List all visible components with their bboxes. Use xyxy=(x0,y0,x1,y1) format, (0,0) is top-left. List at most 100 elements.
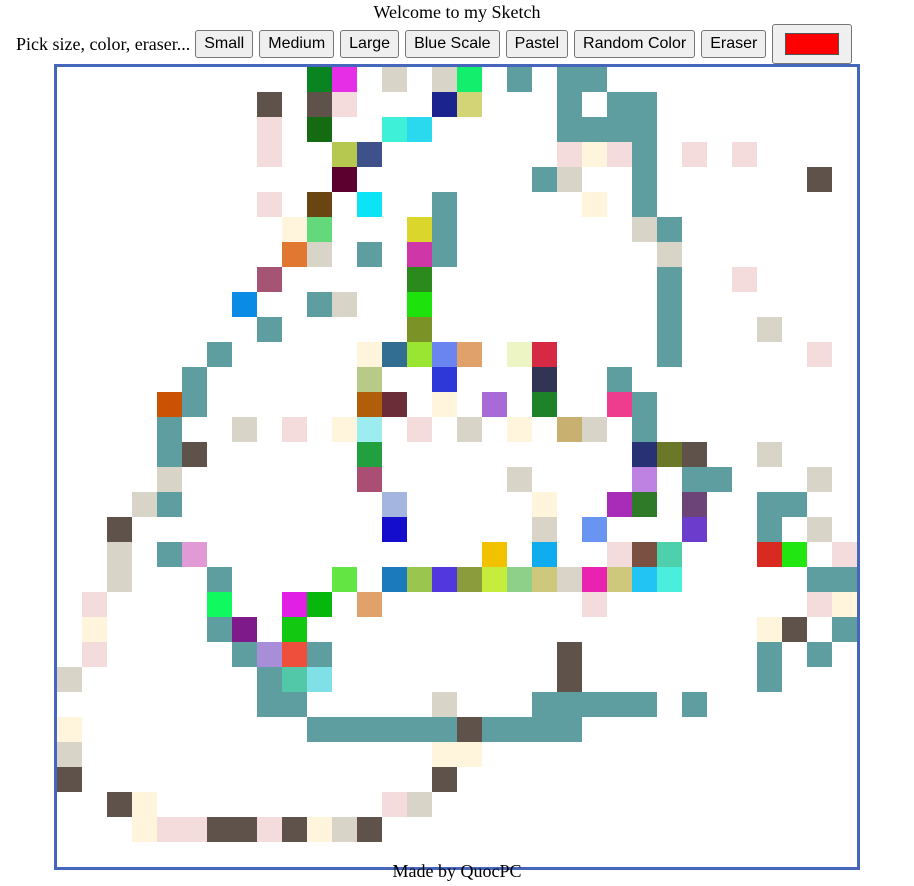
grid-cell[interactable] xyxy=(507,342,532,367)
grid-cell[interactable] xyxy=(457,642,482,667)
grid-cell[interactable] xyxy=(832,242,857,267)
grid-cell[interactable] xyxy=(82,217,107,242)
grid-cell[interactable] xyxy=(557,717,582,742)
grid-cell[interactable] xyxy=(732,817,757,842)
grid-cell[interactable] xyxy=(382,142,407,167)
grid-cell[interactable] xyxy=(407,742,432,767)
grid-cell[interactable] xyxy=(832,542,857,567)
grid-cell[interactable] xyxy=(582,767,607,792)
grid-cell[interactable] xyxy=(582,442,607,467)
grid-cell[interactable] xyxy=(282,117,307,142)
grid-cell[interactable] xyxy=(557,642,582,667)
grid-cell[interactable] xyxy=(57,317,82,342)
grid-cell[interactable] xyxy=(107,242,132,267)
grid-cell[interactable] xyxy=(432,267,457,292)
grid-cell[interactable] xyxy=(482,142,507,167)
grid-cell[interactable] xyxy=(82,317,107,342)
grid-cell[interactable] xyxy=(832,692,857,717)
grid-cell[interactable] xyxy=(707,692,732,717)
grid-cell[interactable] xyxy=(132,642,157,667)
grid-cell[interactable] xyxy=(182,742,207,767)
grid-cell[interactable] xyxy=(332,592,357,617)
grid-cell[interactable] xyxy=(82,92,107,117)
grid-cell[interactable] xyxy=(732,742,757,767)
grid-cell[interactable] xyxy=(132,817,157,842)
grid-cell[interactable] xyxy=(132,792,157,817)
grid-cell[interactable] xyxy=(507,592,532,617)
grid-cell[interactable] xyxy=(707,442,732,467)
grid-cell[interactable] xyxy=(757,642,782,667)
grid-cell[interactable] xyxy=(732,717,757,742)
grid-cell[interactable] xyxy=(132,167,157,192)
grid-cell[interactable] xyxy=(432,692,457,717)
grid-cell[interactable] xyxy=(257,142,282,167)
grid-cell[interactable] xyxy=(257,367,282,392)
grid-cell[interactable] xyxy=(732,642,757,667)
grid-cell[interactable] xyxy=(557,317,582,342)
grid-cell[interactable] xyxy=(107,92,132,117)
grid-cell[interactable] xyxy=(407,492,432,517)
grid-cell[interactable] xyxy=(357,117,382,142)
grid-cell[interactable] xyxy=(607,217,632,242)
grid-cell[interactable] xyxy=(82,542,107,567)
grid-cell[interactable] xyxy=(457,267,482,292)
grid-cell[interactable] xyxy=(57,242,82,267)
grid-cell[interactable] xyxy=(807,267,832,292)
grid-cell[interactable] xyxy=(682,517,707,542)
grid-cell[interactable] xyxy=(757,467,782,492)
grid-cell[interactable] xyxy=(407,117,432,142)
grid-cell[interactable] xyxy=(307,517,332,542)
grid-cell[interactable] xyxy=(307,267,332,292)
grid-cell[interactable] xyxy=(457,92,482,117)
grid-cell[interactable] xyxy=(232,542,257,567)
grid-cell[interactable] xyxy=(182,342,207,367)
grid-cell[interactable] xyxy=(432,167,457,192)
grid-cell[interactable] xyxy=(107,192,132,217)
grid-cell[interactable] xyxy=(832,367,857,392)
grid-cell[interactable] xyxy=(557,467,582,492)
grid-cell[interactable] xyxy=(607,392,632,417)
grid-cell[interactable] xyxy=(782,117,807,142)
grid-cell[interactable] xyxy=(132,467,157,492)
grid-cell[interactable] xyxy=(182,67,207,92)
grid-cell[interactable] xyxy=(157,817,182,842)
grid-cell[interactable] xyxy=(557,392,582,417)
grid-cell[interactable] xyxy=(157,517,182,542)
grid-cell[interactable] xyxy=(157,367,182,392)
grid-cell[interactable] xyxy=(232,267,257,292)
grid-cell[interactable] xyxy=(282,617,307,642)
grid-cell[interactable] xyxy=(607,317,632,342)
grid-cell[interactable] xyxy=(357,342,382,367)
grid-cell[interactable] xyxy=(732,117,757,142)
grid-cell[interactable] xyxy=(632,617,657,642)
grid-cell[interactable] xyxy=(757,417,782,442)
grid-cell[interactable] xyxy=(807,117,832,142)
grid-cell[interactable] xyxy=(382,517,407,542)
grid-cell[interactable] xyxy=(57,667,82,692)
grid-cell[interactable] xyxy=(57,742,82,767)
grid-cell[interactable] xyxy=(832,642,857,667)
grid-cell[interactable] xyxy=(457,742,482,767)
grid-cell[interactable] xyxy=(807,517,832,542)
grid-cell[interactable] xyxy=(357,417,382,442)
grid-cell[interactable] xyxy=(132,767,157,792)
grid-cell[interactable] xyxy=(282,242,307,267)
grid-cell[interactable] xyxy=(282,342,307,367)
grid-cell[interactable] xyxy=(507,117,532,142)
grid-cell[interactable] xyxy=(482,192,507,217)
grid-cell[interactable] xyxy=(807,617,832,642)
grid-cell[interactable] xyxy=(57,542,82,567)
grid-cell[interactable] xyxy=(357,317,382,342)
grid-cell[interactable] xyxy=(357,242,382,267)
grid-cell[interactable] xyxy=(632,817,657,842)
grid-cell[interactable] xyxy=(732,617,757,642)
grid-cell[interactable] xyxy=(832,517,857,542)
grid-cell[interactable] xyxy=(157,167,182,192)
grid-cell[interactable] xyxy=(182,192,207,217)
grid-cell[interactable] xyxy=(257,517,282,542)
grid-cell[interactable] xyxy=(257,817,282,842)
grid-cell[interactable] xyxy=(457,392,482,417)
grid-cell[interactable] xyxy=(582,117,607,142)
grid-cell[interactable] xyxy=(57,592,82,617)
grid-cell[interactable] xyxy=(332,142,357,167)
